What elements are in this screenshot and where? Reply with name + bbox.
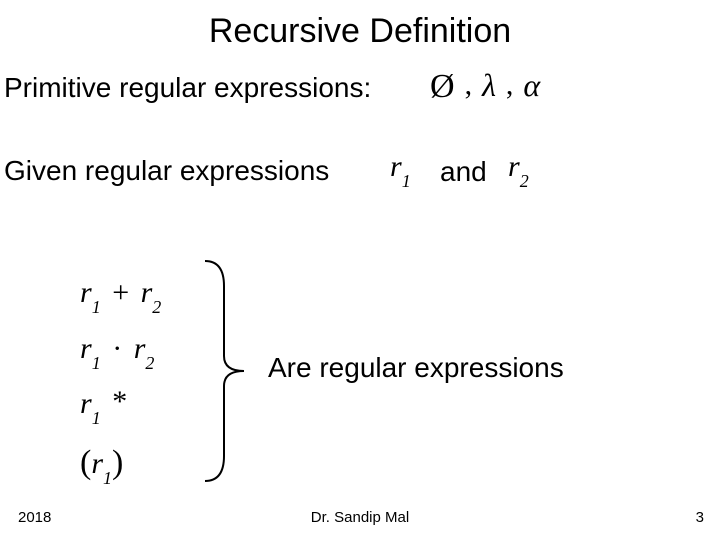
given-text: Given regular expressions bbox=[4, 155, 329, 187]
r1-symbol: r1 bbox=[390, 150, 411, 188]
expr-sum: r1 + r2 bbox=[80, 265, 161, 321]
slide-title: Recursive Definition bbox=[0, 0, 720, 51]
primitive-symbols: Ø , λ , α bbox=[430, 66, 540, 104]
right-brace-icon bbox=[200, 256, 250, 486]
footer-page-number: 3 bbox=[696, 509, 704, 526]
expression-list: r1 + r2 r1 · r2 r1 * (r1) bbox=[80, 265, 161, 494]
comma: , bbox=[465, 68, 473, 102]
are-regular-text: Are regular expressions bbox=[268, 352, 564, 384]
footer-author: Dr. Sandip Mal bbox=[311, 509, 409, 526]
emptyset-symbol: Ø bbox=[430, 68, 455, 106]
footer-year: 2018 bbox=[18, 509, 51, 526]
primitive-text: Primitive regular expressions: bbox=[4, 72, 371, 104]
alpha-symbol: α bbox=[523, 67, 540, 104]
expr-star: r1 * bbox=[80, 376, 161, 432]
expr-paren: (r1) bbox=[80, 432, 161, 495]
comma: , bbox=[506, 68, 514, 102]
r2-symbol: r2 bbox=[508, 150, 529, 188]
lambda-symbol: λ bbox=[482, 67, 496, 104]
and-word: and bbox=[440, 156, 487, 188]
expr-concat: r1 · r2 bbox=[80, 321, 161, 377]
